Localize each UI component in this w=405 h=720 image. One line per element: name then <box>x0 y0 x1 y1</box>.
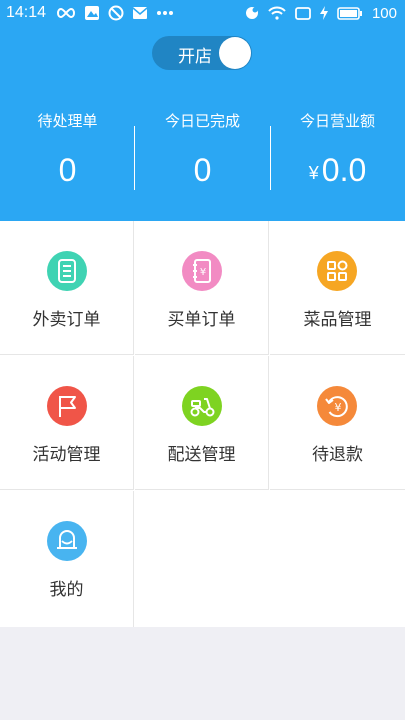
svg-text:¥: ¥ <box>335 401 342 414</box>
menu-grid: 外卖订单 ¥ 买单订单 菜品管理 活动管理 配送管理 ¥ 待退款 我的 <box>0 221 405 627</box>
menu-label: 菜品管理 <box>303 310 372 330</box>
stats-bar: 待处理单 0 今日已完成 0 今日营业额 ¥0.0 <box>0 100 405 200</box>
menu-takeout-orders[interactable]: 外卖订单 <box>0 221 134 355</box>
screen-icon <box>295 6 311 20</box>
battery-level: 100 <box>371 4 397 22</box>
toggle-knob <box>219 37 251 69</box>
stat-value: 0 <box>58 152 77 188</box>
menu-label: 外卖订单 <box>32 310 101 330</box>
toggle-label: 开店 <box>178 47 212 67</box>
stat-revenue-today[interactable]: 今日营业额 ¥0.0 <box>270 100 405 200</box>
currency-symbol: ¥ <box>308 163 319 183</box>
order-list-icon <box>47 251 87 291</box>
refund-icon: ¥ <box>317 386 357 426</box>
menu-label: 买单订单 <box>167 310 236 330</box>
stat-pending-orders[interactable]: 待处理单 0 <box>0 100 135 200</box>
menu-activity-management[interactable]: 活动管理 <box>0 356 134 490</box>
wifi-icon <box>268 6 286 20</box>
menu-mine[interactable]: 我的 <box>0 491 134 627</box>
menu-dish-management[interactable]: 菜品管理 <box>270 221 405 355</box>
user-icon <box>47 521 87 561</box>
menu-label: 我的 <box>49 580 84 600</box>
status-bar: 14:14 100 <box>0 0 405 26</box>
more-dots-icon <box>157 11 173 15</box>
charging-icon <box>319 6 328 20</box>
scooter-icon <box>182 386 222 426</box>
menu-pending-refund[interactable]: ¥ 待退款 <box>270 356 405 490</box>
image-icon <box>85 6 99 20</box>
svg-text:¥: ¥ <box>200 267 206 278</box>
stat-value: ¥0.0 <box>308 152 367 188</box>
stat-title: 待处理单 <box>37 112 98 130</box>
stat-title: 今日营业额 <box>299 112 375 130</box>
stat-completed-today[interactable]: 今日已完成 0 <box>135 100 270 200</box>
flag-icon <box>47 386 87 426</box>
battery-icon <box>337 6 362 20</box>
menu-label: 待退款 <box>312 445 363 465</box>
infinity-icon <box>57 7 75 19</box>
mail-icon <box>132 7 148 19</box>
menu-label: 活动管理 <box>32 445 101 465</box>
menu-label: 配送管理 <box>167 445 236 465</box>
bill-notebook-icon: ¥ <box>182 251 222 291</box>
open-shop-toggle[interactable]: 开店 <box>152 36 252 70</box>
menu-delivery-management[interactable]: 配送管理 <box>135 356 269 490</box>
status-time: 14:14 <box>6 4 47 21</box>
stat-title: 今日已完成 <box>164 112 240 130</box>
header: 14:14 100 开店 待处理单 0 今日已完成 0 今日营业额 ¥0.0 <box>0 0 405 221</box>
blocked-icon <box>108 5 124 21</box>
notification-icon <box>245 7 258 19</box>
dish-grid-icon <box>317 251 357 291</box>
stat-value: 0 <box>193 152 212 188</box>
menu-bill-orders[interactable]: ¥ 买单订单 <box>135 221 269 355</box>
